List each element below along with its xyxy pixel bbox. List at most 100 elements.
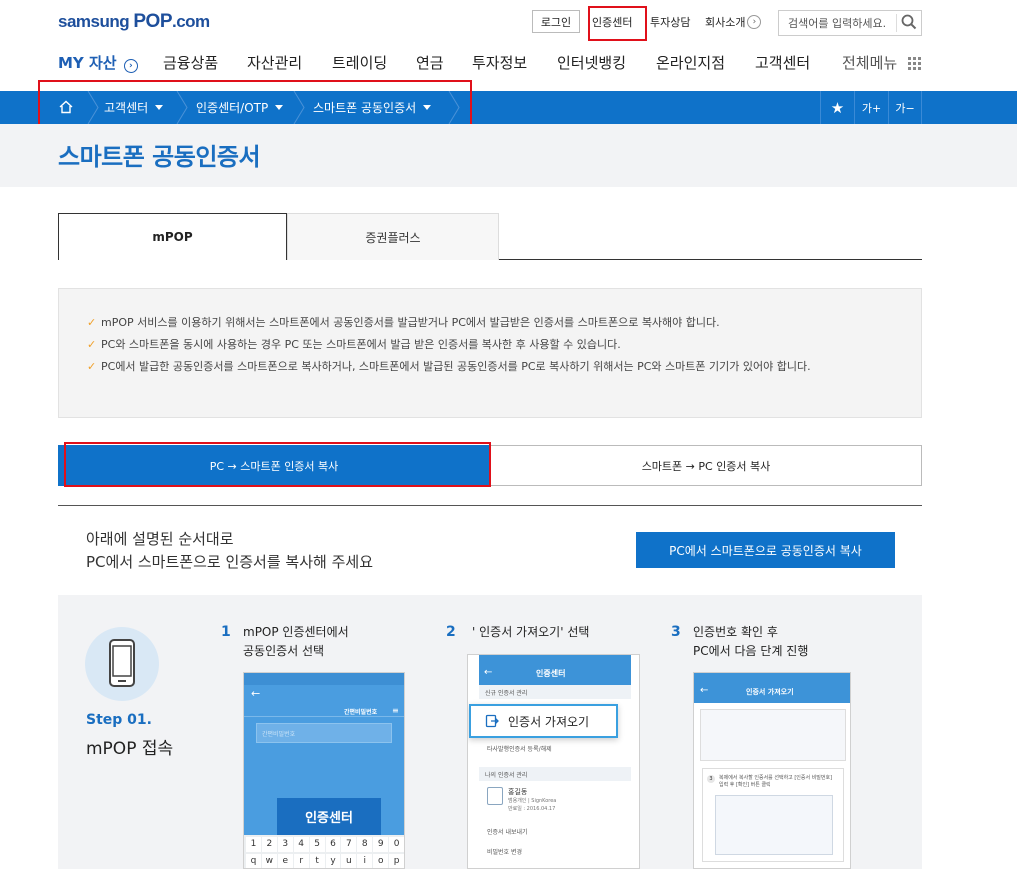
shot1-cert-center-popup: 인증센터: [277, 798, 381, 835]
shot1-header-right: 간편비밀번호: [344, 709, 378, 716]
step-description-line: 공동인증서 선택: [243, 644, 325, 658]
key: 8: [357, 837, 373, 852]
step-description-line: mPOP 인증센터에서: [243, 625, 349, 639]
step-label: Step 01.: [86, 712, 152, 728]
site-logo[interactable]: samsung POP.com: [58, 11, 210, 33]
nav-my-assets-label: MY 자산: [58, 54, 117, 72]
nav-internet-banking[interactable]: 인터넷뱅킹: [557, 52, 626, 73]
step-description: ' 인증서 가져오기' 선택: [472, 623, 589, 642]
main-nav: MY 자산 › 금융상품 자산관리 트레이딩 연금 투자정보 인터넷뱅킹 온라인…: [58, 52, 922, 76]
shot2-other-reg: 타사발행인증서 등록/해제: [487, 746, 552, 753]
shot2-cert-detail: 범용개인 | SignKorea: [508, 798, 557, 804]
key: w: [261, 854, 277, 868]
step-description-line: PC에서 다음 단계 진행: [693, 644, 809, 658]
notice-text: PC에서 발급한 공동인증서를 스마트폰으로 복사하거나, 스마트폰에서 발급된…: [101, 360, 811, 373]
cert-center-link[interactable]: 인증센터: [592, 10, 632, 33]
nav-my-assets[interactable]: MY 자산 ›: [58, 52, 138, 73]
notice-text: PC와 스마트폰을 동시에 사용하는 경우 PC 또는 스마트폰에서 발급 받은…: [101, 338, 621, 351]
shot3-preview: [700, 709, 846, 761]
shot1-divider: [244, 716, 404, 717]
nav-investment-info[interactable]: 투자정보: [472, 52, 527, 73]
key: 0: [389, 837, 404, 852]
font-size-up-button[interactable]: 가+: [854, 91, 888, 124]
shot3-step-num: 3: [707, 775, 715, 783]
key: y: [325, 854, 341, 868]
key: 9: [373, 837, 389, 852]
shot2-title: 인증센터: [536, 669, 566, 678]
company-link-label: 회사소개: [705, 15, 746, 29]
nav-online-branch[interactable]: 온라인지점: [656, 52, 725, 73]
tab-mpop[interactable]: mPOP: [58, 213, 287, 260]
arrow-right-icon: ›: [123, 59, 138, 73]
highlight-subtab: [64, 442, 491, 487]
nav-asset-management[interactable]: 자산관리: [247, 52, 302, 73]
nav-customer-center[interactable]: 고객센터: [755, 52, 810, 73]
notice-item: ✓ PC와 스마트폰을 동시에 사용하는 경우 PC 또는 스마트폰에서 발급 …: [87, 337, 841, 353]
key: 4: [293, 837, 309, 852]
copy-pc-to-phone-button[interactable]: PC에서 스마트폰으로 공동인증서 복사: [636, 532, 895, 568]
nav-trading[interactable]: 트레이딩: [332, 52, 387, 73]
back-arrow-icon: ←: [700, 685, 709, 696]
step-number: 2: [446, 624, 456, 640]
check-icon: ✓: [87, 316, 97, 329]
key: u: [341, 854, 357, 868]
nav-financial-products[interactable]: 금융상품: [163, 52, 218, 73]
company-link[interactable]: 회사소개 ›: [705, 10, 762, 33]
step2-screenshot: ← 인증센터 신규 인증서 관리 인증서 가져오기 타사발행인증서 등록/해제 …: [467, 654, 640, 869]
step3-screenshot: ← 인증서 가져오기 3 복제에서 복사할 인증서를 선택하고 [인증서 비밀번…: [693, 672, 851, 869]
menu-icon: ≡: [392, 706, 399, 715]
nav-all-menu[interactable]: 전체메뉴: [842, 52, 921, 73]
search-icon[interactable]: [896, 14, 917, 32]
subtab-phone-to-pc[interactable]: 스마트폰 → PC 인증서 복사: [490, 445, 922, 486]
step-description-line: 인증번호 확인 후: [693, 625, 778, 639]
step-number: 3: [671, 624, 681, 640]
key: e: [277, 854, 293, 868]
key: o: [373, 854, 389, 868]
consult-link[interactable]: 투자상담: [650, 10, 690, 33]
key: r: [293, 854, 309, 868]
search-box: [778, 10, 922, 36]
shot2-pw-change: 비밀번호 변경: [487, 849, 523, 856]
favorite-star-icon[interactable]: ★: [820, 91, 854, 124]
shot2-cert-date: 만료일 : 2016.04.17: [508, 806, 556, 812]
shot3-panel: 3 복제에서 복사할 인증서를 선택하고 [인증서 비밀번호] 입력 후 [확인…: [702, 768, 844, 862]
step-description: 인증번호 확인 후 PC에서 다음 단계 진행: [693, 623, 808, 661]
keyboard: 1 2 3 4 5 6 7 8 9 0 q w e r t y u i o p: [244, 835, 404, 868]
shot2-section-my: 나의 인증서 관리: [479, 767, 631, 781]
back-arrow-icon: ←: [251, 687, 261, 700]
tab-stock-plus[interactable]: 증권플러스: [287, 213, 499, 260]
section-divider: [58, 505, 922, 506]
key: 6: [325, 837, 341, 852]
import-icon: [485, 714, 499, 728]
shot2-import-popup: 인증서 가져오기: [469, 704, 618, 738]
logo-samsung-text: samsung: [58, 12, 130, 31]
arrow-right-icon: ›: [747, 14, 762, 29]
certificate-icon: [487, 787, 503, 805]
login-button[interactable]: 로그인: [532, 10, 580, 33]
key: q: [246, 854, 261, 868]
intro-line: PC에서 스마트폰으로 인증서를 복사해 주세요: [86, 553, 373, 571]
key: t: [309, 854, 325, 868]
nav-pension[interactable]: 연금: [416, 52, 444, 73]
intro-text: 아래에 설명된 순서대로 PC에서 스마트폰으로 인증서를 복사해 주세요: [86, 528, 373, 574]
grid-menu-icon: [907, 57, 921, 70]
step-number: 1: [221, 624, 231, 640]
key: 7: [341, 837, 357, 852]
shot2-export: 인증서 내보내기: [487, 829, 528, 836]
check-icon: ✓: [87, 338, 97, 351]
key: 1: [246, 837, 261, 852]
keyboard-row: q w e r t y u i o p: [244, 852, 404, 868]
notice-box: ✓ mPOP 서비스를 이용하기 위해서는 스마트폰에서 공동인증서를 발급받거…: [58, 288, 922, 418]
nav-all-menu-label: 전체메뉴: [842, 54, 898, 72]
status-bar: [244, 673, 404, 685]
notice-item: ✓ mPOP 서비스를 이용하기 위해서는 스마트폰에서 공동인증서를 발급받거…: [87, 315, 841, 331]
key: i: [357, 854, 373, 868]
shot3-title: 인증서 가져오기: [746, 688, 794, 696]
key: 2: [261, 837, 277, 852]
step-description-line: ' 인증서 가져오기' 선택: [472, 625, 590, 639]
font-size-down-button[interactable]: 가−: [888, 91, 922, 124]
shot1-input: 간편비밀번호: [256, 723, 392, 743]
shot2-cert-name: 홍길동: [508, 788, 528, 796]
key: p: [389, 854, 404, 868]
search-input[interactable]: [779, 12, 896, 34]
